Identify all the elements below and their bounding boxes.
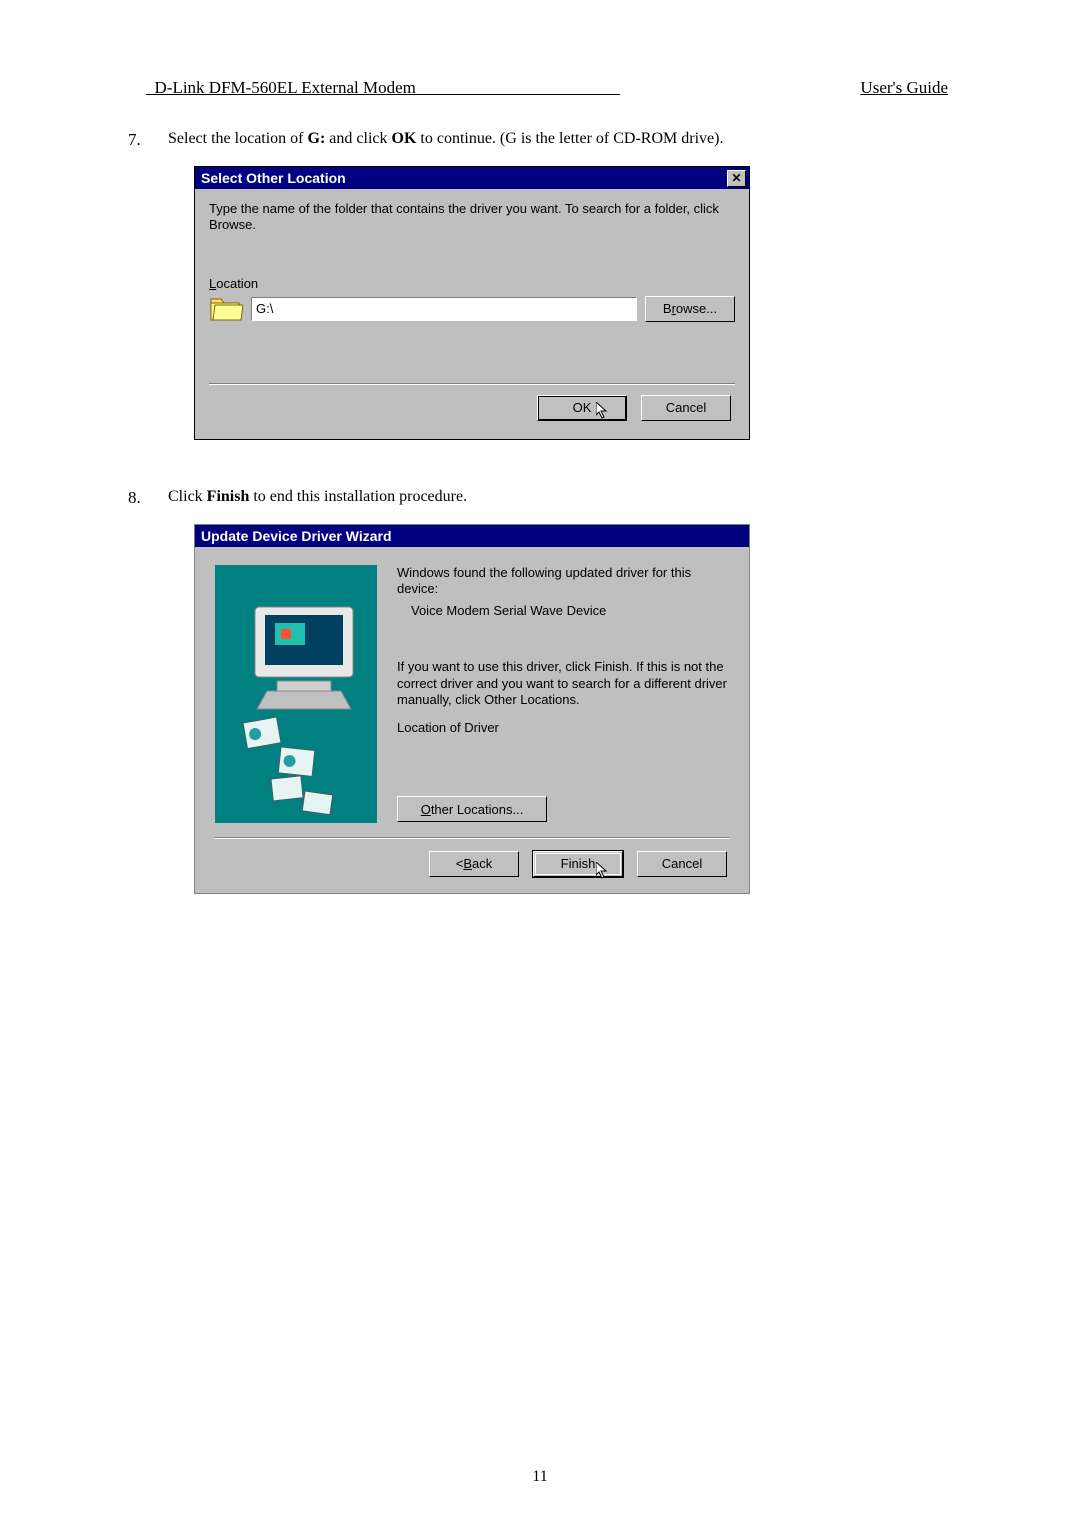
browse-button[interactable]: Browse... xyxy=(645,296,735,322)
location-of-driver-label: Location of Driver xyxy=(397,720,729,736)
step-7-bold2: OK xyxy=(392,130,417,147)
cursor-icon xyxy=(596,862,610,880)
page-number: 11 xyxy=(0,1468,1080,1486)
back-button[interactable]: < Back xyxy=(429,851,519,877)
select-other-location-dialog: Select Other Location ✕ Type the name of… xyxy=(194,166,750,440)
location-rest: ocation xyxy=(216,276,258,291)
location-input[interactable] xyxy=(251,297,637,321)
cancel-button-2[interactable]: Cancel xyxy=(637,851,727,877)
close-button[interactable]: ✕ xyxy=(727,170,746,187)
cancel-label: Cancel xyxy=(666,400,706,415)
cursor-icon xyxy=(596,402,610,420)
dialog1-title: Select Other Location xyxy=(201,170,346,186)
dialog1-instruction: Type the name of the folder that contain… xyxy=(209,201,735,234)
step-8-text: Click Finish to end this installation pr… xyxy=(168,488,952,508)
finish-button[interactable]: Finish xyxy=(533,851,623,877)
wizard-image xyxy=(215,565,377,823)
back-underline: B xyxy=(463,856,472,871)
dialog2-device-name: Voice Modem Serial Wave Device xyxy=(411,603,729,619)
finish-label: Finish xyxy=(561,856,596,871)
step-7-pre: Select the location of xyxy=(168,130,308,147)
step-7-number: 7. xyxy=(128,130,168,150)
dialog2-para1: Windows found the following updated driv… xyxy=(397,565,729,598)
cancel-button[interactable]: Cancel xyxy=(641,395,731,421)
dialog2-title: Update Device Driver Wizard xyxy=(201,528,392,544)
back-rest: ack xyxy=(472,856,492,871)
other-locations-button[interactable]: Other Locations... xyxy=(397,796,547,822)
folder-icon xyxy=(209,295,243,323)
other-underline: O xyxy=(421,802,431,817)
back-lt: < xyxy=(456,856,464,871)
update-device-driver-wizard-dialog: Update Device Driver Wizard xyxy=(194,524,750,894)
ok-button[interactable]: OK xyxy=(537,395,627,421)
step-8-pre: Click xyxy=(168,488,207,505)
step-8-after: to end this installation procedure. xyxy=(249,488,467,505)
close-icon: ✕ xyxy=(731,171,741,185)
step-7-after: to continue. (G is the letter of CD-ROM … xyxy=(416,130,723,147)
ok-label: OK xyxy=(573,400,592,415)
browse-pre: B xyxy=(663,301,672,316)
dialog2-para2: If you want to use this driver, click Fi… xyxy=(397,659,729,708)
location-label: Location xyxy=(209,276,735,291)
step-7-mid: and click xyxy=(325,130,391,147)
dialog2-titlebar: Update Device Driver Wizard xyxy=(195,525,749,547)
other-rest: ther Locations... xyxy=(431,802,524,817)
dialog1-titlebar: Select Other Location ✕ xyxy=(195,167,749,189)
header-left: D-Link DFM-560EL External Modem xyxy=(146,78,620,98)
step-8-bold: Finish xyxy=(207,488,250,505)
cancel-label-2: Cancel xyxy=(662,856,702,871)
step-8-number: 8. xyxy=(128,488,168,508)
header-right: User's Guide xyxy=(860,78,948,98)
step-7-text: Select the location of G: and click OK t… xyxy=(168,130,952,150)
step-7-bold1: G: xyxy=(308,130,326,147)
browse-after: owse... xyxy=(676,301,717,316)
